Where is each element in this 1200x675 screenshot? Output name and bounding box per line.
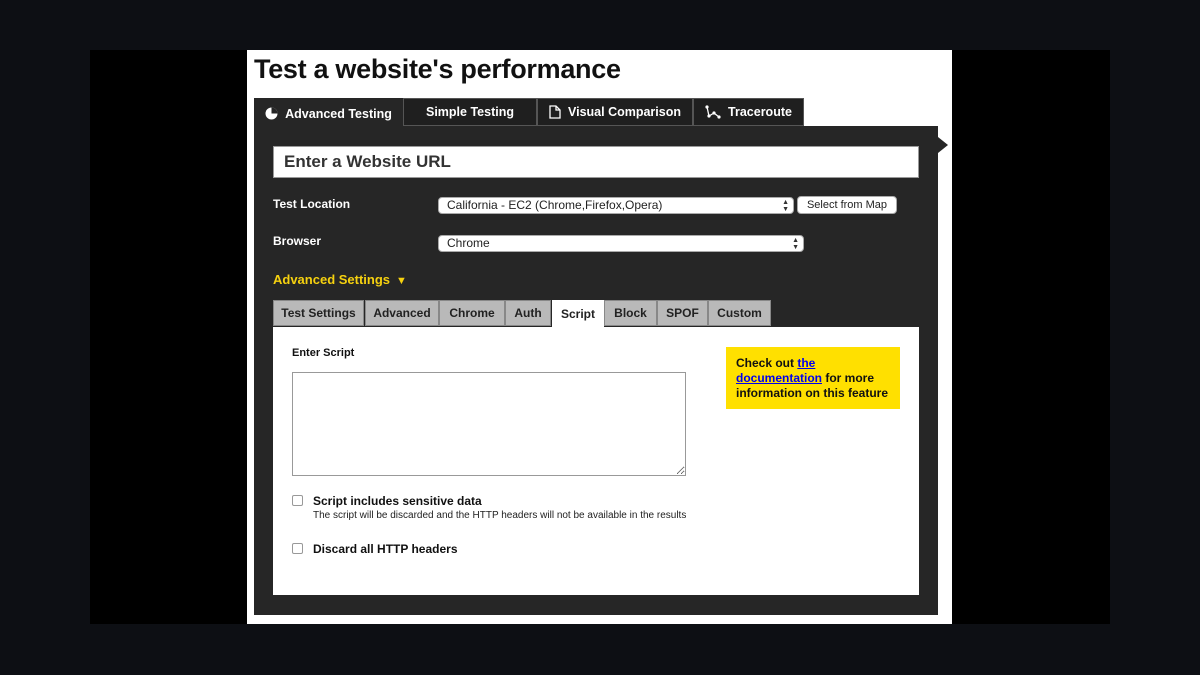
info-box: Check out the documentation for more inf… <box>726 347 900 409</box>
subtab-auth[interactable]: Auth <box>505 300 551 326</box>
advanced-settings-toggle[interactable]: Advanced Settings ▼ <box>273 272 407 287</box>
tab-traceroute[interactable]: Traceroute <box>693 98 804 126</box>
tab-label: Traceroute <box>728 105 792 119</box>
browser-label: Browser <box>273 234 322 248</box>
tab-label: Visual Comparison <box>568 105 681 119</box>
discard-headers-label: Discard all HTTP headers <box>313 542 458 556</box>
select-arrows-icon: ▲ ▼ <box>782 199 789 213</box>
test-location-select[interactable]: California - EC2 (Chrome,Firefox,Opera) … <box>438 197 794 214</box>
subtab-custom[interactable]: Custom <box>708 300 771 326</box>
subtab-advanced[interactable]: Advanced <box>365 300 439 326</box>
select-arrows-icon: ▲ ▼ <box>792 237 799 251</box>
panel-pointer <box>938 137 948 153</box>
tab-simple-testing[interactable]: Simple Testing <box>403 98 537 126</box>
subtab-test-settings[interactable]: Test Settings <box>273 300 364 326</box>
sensitive-data-help: The script will be discarded and the HTT… <box>313 510 687 521</box>
sensitive-data-checkbox[interactable] <box>292 495 303 506</box>
tab-advanced-testing[interactable]: Advanced Testing <box>254 98 403 129</box>
test-panel: Test Location California - EC2 (Chrome,F… <box>254 126 938 615</box>
browser-value: Chrome <box>447 236 490 250</box>
url-input[interactable] <box>273 146 919 178</box>
page-title: Test a website's performance <box>254 54 621 84</box>
advanced-settings-label: Advanced Settings <box>273 272 391 287</box>
pie-chart-icon <box>265 107 278 120</box>
tab-visual-comparison[interactable]: Visual Comparison <box>537 98 693 126</box>
document-icon <box>549 105 561 119</box>
browser-select[interactable]: Chrome ▲ ▼ <box>438 235 804 252</box>
page: Test a website's performance Advanced Te… <box>247 50 952 624</box>
screen-backdrop: Test a website's performance Advanced Te… <box>90 50 1110 624</box>
subtab-block[interactable]: Block <box>604 300 657 326</box>
subtab-spof[interactable]: SPOF <box>657 300 708 326</box>
discard-headers-checkbox[interactable] <box>292 543 303 554</box>
test-location-label: Test Location <box>273 197 351 211</box>
select-from-map-button[interactable]: Select from Map <box>797 196 897 214</box>
tab-label: Simple Testing <box>426 105 514 119</box>
script-textarea[interactable] <box>292 372 686 476</box>
script-tab-content: Enter Script Check out the documentation… <box>273 327 919 595</box>
tab-label: Advanced Testing <box>285 106 392 121</box>
info-prefix: Check out <box>736 356 798 370</box>
sensitive-data-label: Script includes sensitive data <box>313 494 482 508</box>
subtab-script[interactable]: Script <box>552 300 604 328</box>
subtab-chrome[interactable]: Chrome <box>439 300 505 326</box>
enter-script-label: Enter Script <box>292 347 355 359</box>
traceroute-icon <box>705 105 721 119</box>
test-location-value: California - EC2 (Chrome,Firefox,Opera) <box>447 198 663 212</box>
triangle-down-icon: ▼ <box>396 275 407 287</box>
